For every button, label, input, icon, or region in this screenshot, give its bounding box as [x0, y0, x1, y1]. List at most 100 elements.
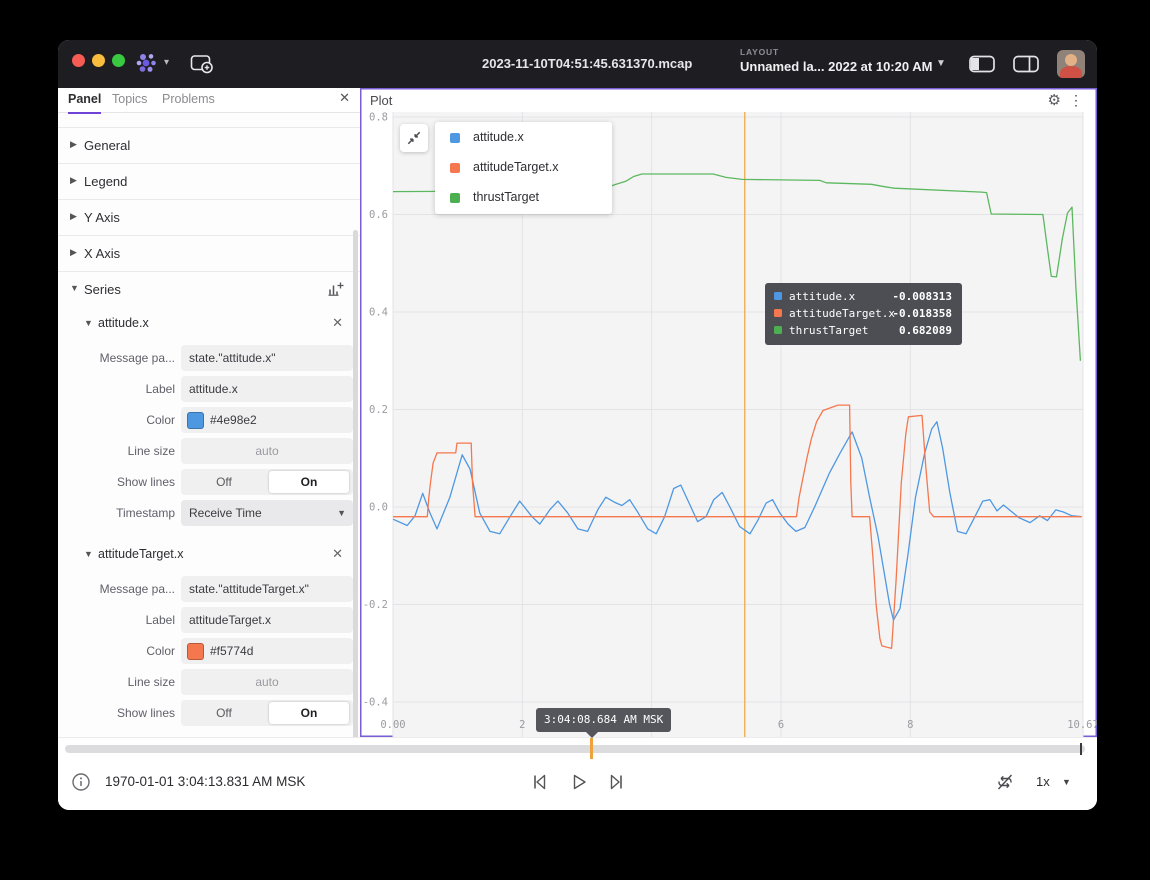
data-source-info-icon[interactable] — [71, 772, 91, 792]
sidebar-scrollbar[interactable] — [353, 230, 358, 737]
section-series[interactable]: ▼ Series — [58, 271, 360, 308]
series-color-square — [450, 193, 460, 203]
playback-speed[interactable]: 1x — [1036, 774, 1050, 789]
section-legend[interactable]: ▶ Legend — [58, 163, 360, 200]
color-hex-value: #f5774d — [210, 644, 253, 658]
timeline-scrubber[interactable] — [65, 745, 1085, 753]
message-path-label: Message pa... — [65, 582, 175, 596]
seek-end-button[interactable] — [606, 771, 628, 793]
color-swatch[interactable] — [187, 412, 204, 429]
series-color-square — [450, 133, 460, 143]
sidebar-close-icon[interactable]: ✕ — [339, 90, 350, 106]
foxglove-logo-icon[interactable] — [135, 53, 159, 73]
line-size-label: Line size — [65, 675, 175, 689]
remove-series-icon[interactable]: ✕ — [332, 546, 343, 562]
color-field-label: Color — [65, 413, 175, 427]
collapsed-arrow-icon: ▶ — [70, 211, 77, 222]
show-lines-off-button[interactable]: Off — [181, 469, 267, 495]
color-hex-value: #4e98e2 — [210, 413, 257, 427]
playhead-marker[interactable] — [590, 738, 593, 759]
timestamp-select[interactable]: Receive Time — [181, 500, 353, 526]
section-y-axis[interactable]: ▶ Y Axis — [58, 199, 360, 236]
playback-bar: 1970-01-01 3:04:13.831 AM MSK 1x ▼ — [58, 737, 1097, 810]
legend-item-thrust-target[interactable]: thrustTarget — [435, 183, 612, 213]
close-traffic-light[interactable] — [72, 54, 85, 67]
minimize-traffic-light[interactable] — [92, 54, 105, 67]
series-color-square — [774, 326, 782, 334]
speed-chevron-icon[interactable]: ▼ — [1062, 777, 1071, 787]
right-sidebar-toggle-icon[interactable] — [1012, 54, 1040, 74]
color-field-label: Color — [65, 644, 175, 658]
svg-text:0.0: 0.0 — [369, 502, 388, 514]
line-size-input[interactable]: auto — [181, 438, 353, 464]
tab-topics[interactable]: Topics — [112, 88, 147, 112]
show-lines-off-button[interactable]: Off — [181, 700, 267, 726]
label-input[interactable]: attitudeTarget.x — [181, 607, 353, 633]
add-series-icon[interactable] — [327, 281, 344, 298]
tag-caret — [586, 732, 598, 738]
collapse-arrows-icon — [406, 130, 422, 146]
layout-chevron-icon[interactable]: ▼ — [936, 58, 946, 69]
show-lines-label: Show lines — [65, 706, 175, 720]
series-header-attitude-x[interactable]: ▼ attitude.x ✕ — [58, 310, 360, 338]
layout-selector[interactable]: LAYOUT Unnamed la... 2022 at 10:20 AM — [740, 47, 932, 74]
maximize-traffic-light[interactable] — [112, 54, 125, 67]
plot-panel: Plot ⚙ ⋮ 0.00246810.670.80.60.40.20.0-0.… — [360, 88, 1097, 737]
play-button[interactable] — [568, 771, 590, 793]
tab-panel[interactable]: Panel — [68, 88, 101, 114]
layout-name: Unnamed la... 2022 at 10:20 AM — [740, 59, 932, 74]
data-source-title[interactable]: 2023-11-10T04:51:45.631370.mcap — [482, 40, 692, 88]
svg-text:2: 2 — [519, 719, 525, 731]
svg-text:0.4: 0.4 — [369, 307, 388, 319]
title-bar: ▾ 2023-11-10T04:51:45.631370.mcap LAYOUT… — [58, 40, 1097, 88]
tab-problems[interactable]: Problems — [162, 88, 215, 112]
show-lines-on-button[interactable]: On — [269, 702, 349, 724]
line-size-input[interactable]: auto — [181, 669, 353, 695]
expanded-arrow-icon: ▼ — [84, 318, 93, 328]
legend-item-attitude-x[interactable]: attitude.x — [435, 123, 612, 153]
left-sidebar-toggle-icon[interactable] — [968, 54, 996, 74]
label-field-label: Label — [65, 382, 175, 396]
section-general[interactable]: ▶ General — [58, 127, 360, 164]
color-input[interactable] — [181, 407, 353, 433]
series-header-attitude-target-x[interactable]: ▼ attitudeTarget.x ✕ — [58, 541, 360, 569]
hover-time-tag: 3:04:08.684 AM MSK — [536, 708, 671, 732]
svg-text:-0.2: -0.2 — [363, 599, 388, 611]
add-panel-icon[interactable] — [190, 54, 214, 74]
color-input[interactable] — [181, 638, 353, 664]
legend-collapse-button[interactable] — [400, 124, 428, 152]
series-color-square — [774, 292, 782, 300]
svg-text:8: 8 — [907, 719, 913, 731]
select-chevron-icon: ▼ — [337, 508, 346, 518]
panel-settings-sidebar: Title Plot Panel Topics Problems ✕ ▶ Gen… — [58, 88, 361, 737]
series-color-square — [774, 309, 782, 317]
show-lines-toggle: Off On — [181, 700, 353, 726]
expanded-arrow-icon: ▼ — [70, 283, 79, 293]
hover-values-tooltip: attitude.x -0.008313 attitudeTarget.x -0… — [765, 283, 962, 345]
seek-start-button[interactable] — [528, 771, 550, 793]
line-size-label: Line size — [65, 444, 175, 458]
legend-item-attitude-target-x[interactable]: attitudeTarget.x — [435, 153, 612, 183]
app-window: ▾ 2023-11-10T04:51:45.631370.mcap LAYOUT… — [58, 40, 1097, 810]
user-avatar[interactable] — [1057, 50, 1085, 78]
loop-off-icon[interactable] — [995, 772, 1015, 792]
avatar-body — [1060, 66, 1082, 78]
plot-legend: attitude.x attitudeTarget.x thrustTarget — [435, 122, 612, 214]
svg-text:0.6: 0.6 — [369, 209, 388, 221]
collapsed-arrow-icon: ▶ — [70, 247, 77, 258]
collapsed-arrow-icon: ▶ — [70, 139, 77, 150]
message-path-label: Message pa... — [65, 351, 175, 365]
app-menu-chevron-icon[interactable]: ▾ — [164, 57, 169, 68]
sidebar-tab-bar: Panel Topics Problems ✕ — [58, 88, 360, 113]
svg-text:-0.4: -0.4 — [363, 697, 388, 709]
message-path-input[interactable]: state."attitude.x" — [181, 345, 353, 371]
message-path-input[interactable]: state."attitudeTarget.x" — [181, 576, 353, 602]
show-lines-on-button[interactable]: On — [269, 471, 349, 493]
section-x-axis[interactable]: ▶ X Axis — [58, 235, 360, 272]
svg-text:0.00: 0.00 — [380, 719, 405, 731]
remove-series-icon[interactable]: ✕ — [332, 315, 343, 331]
label-input[interactable]: attitude.x — [181, 376, 353, 402]
collapsed-arrow-icon: ▶ — [70, 175, 77, 186]
color-swatch[interactable] — [187, 643, 204, 660]
timestamp-label: Timestamp — [65, 506, 175, 520]
